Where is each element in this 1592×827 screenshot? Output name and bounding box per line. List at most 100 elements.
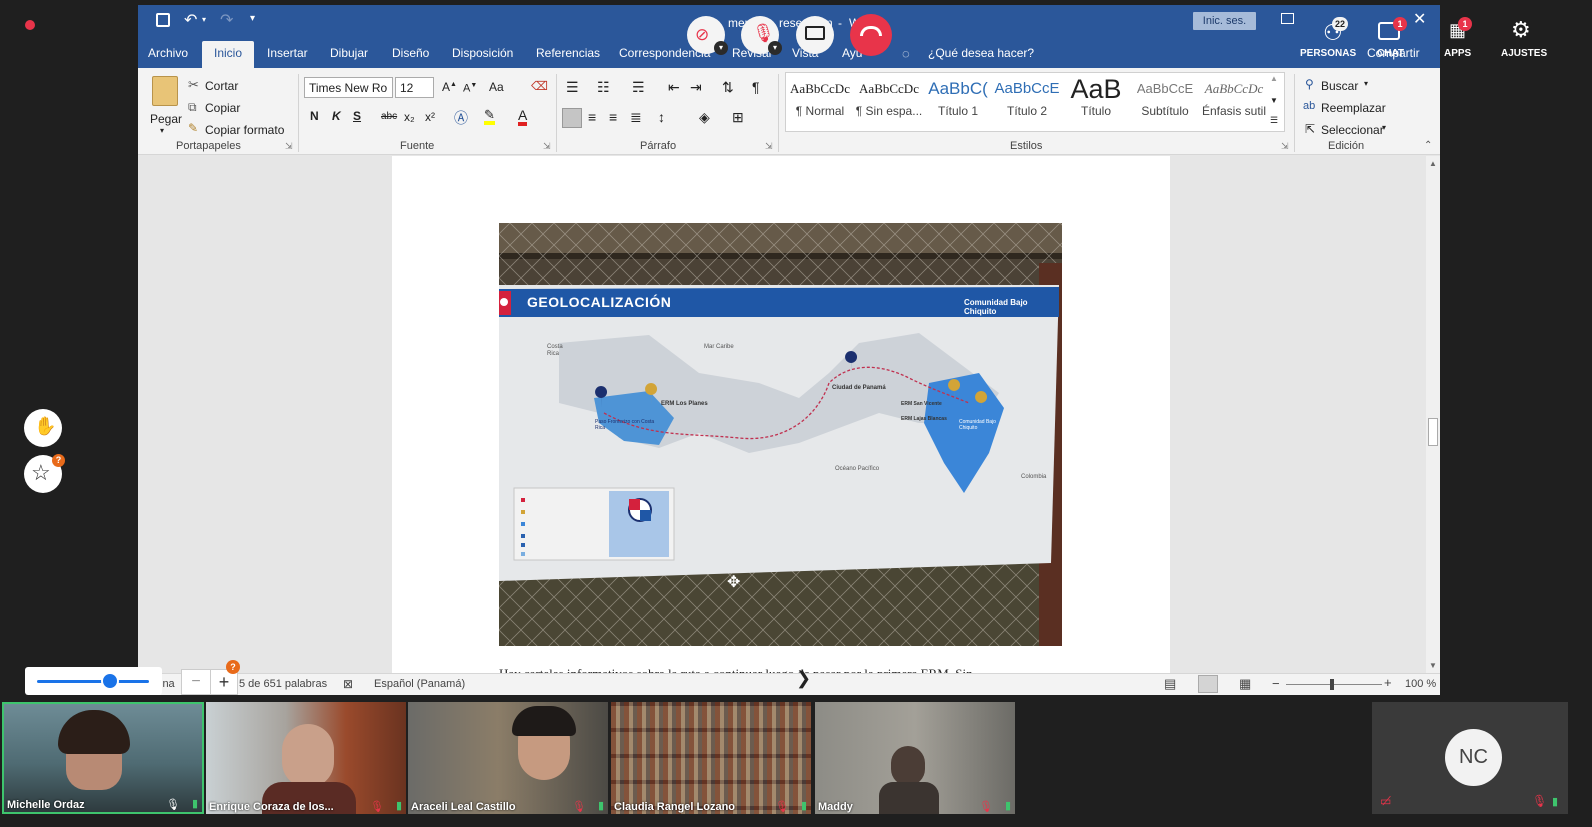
participant-tile[interactable]: Michelle Ordaz 🎙 ▮ (2, 702, 204, 814)
tab-disposicion[interactable]: Disposición (452, 46, 513, 60)
page-count[interactable]: ina (160, 678, 175, 690)
close-window-icon[interactable]: ✕ (1413, 9, 1426, 29)
format-painter-button[interactable]: Copiar formato (205, 123, 284, 137)
find-dropdown-icon[interactable]: ▾ (1364, 79, 1368, 88)
font-launcher-icon[interactable]: ⇲ (543, 141, 551, 152)
tab-insertar[interactable]: Insertar (267, 46, 308, 60)
camera-menu-icon[interactable]: ▾ (714, 41, 728, 55)
decrease-indent-icon[interactable]: ⇤ (668, 79, 680, 96)
font-size-combo[interactable]: 12 (395, 77, 434, 98)
copy-button[interactable]: Copiar (205, 101, 240, 115)
paste-dropdown-icon[interactable]: ▾ (160, 126, 164, 135)
print-layout-icon[interactable] (1198, 675, 1218, 693)
styles-launcher-icon[interactable]: ⇲ (1281, 141, 1289, 152)
gear-icon[interactable]: ⚙ (1511, 17, 1531, 43)
signin-button[interactable]: Inic. ses. (1193, 12, 1256, 30)
grow-font-icon[interactable]: A▲ (442, 80, 457, 94)
borders-icon[interactable]: ⊞ (732, 109, 744, 126)
tab-inicio[interactable]: Inicio (202, 41, 255, 68)
paragraph-launcher-icon[interactable]: ⇲ (765, 141, 773, 152)
view-zoom-thumb[interactable] (101, 672, 119, 690)
document-area[interactable]: GEOLOCALIZACIÓN Comunidad Bajo Chiquito … (138, 156, 1426, 681)
participant-tile[interactable]: Claudia Rangel Lozano 🎙 ▮ (611, 702, 811, 814)
bold-button[interactable]: N (310, 109, 319, 123)
style-normal[interactable]: AaBbCcDc ¶ Normal (786, 74, 854, 130)
superscript-button[interactable]: x² (425, 110, 435, 124)
align-center-icon[interactable]: ≡ (588, 109, 596, 125)
font-name-combo[interactable]: Times New Ro (304, 77, 393, 98)
style-subtle-emphasis[interactable]: AaBbCcDc Énfasis sutil (1200, 74, 1268, 130)
change-case-button[interactable]: Aa (489, 80, 504, 94)
show-marks-icon[interactable]: ¶ (752, 79, 760, 95)
chat-label[interactable]: CHAT (1377, 48, 1404, 59)
scroll-up-icon[interactable]: ▲ (1429, 159, 1437, 168)
find-button[interactable]: Buscar (1321, 79, 1358, 93)
style-subtitle[interactable]: AaBbCcE Subtítulo (1131, 74, 1199, 130)
style-heading-1[interactable]: AaBbC( Título 1 (924, 74, 992, 130)
collapse-ribbon-icon[interactable]: ⌃ (1424, 140, 1432, 151)
tab-diseno[interactable]: Diseño (392, 46, 429, 60)
shading-icon[interactable]: ◈ (699, 109, 710, 126)
underline-button[interactable]: S (353, 109, 361, 123)
strikethrough-button[interactable]: abc (381, 111, 397, 122)
select-dropdown-icon[interactable]: ▾ (1382, 123, 1386, 132)
style-heading-2[interactable]: AaBbCcE Título 2 (993, 74, 1061, 130)
undo-icon[interactable]: ↶ (184, 10, 197, 30)
scroll-down-icon[interactable]: ▼ (1429, 661, 1437, 670)
zoom-level[interactable]: 100 % (1405, 678, 1436, 690)
clipboard-icon[interactable] (152, 76, 178, 106)
clear-formatting-icon[interactable]: ⌫ (531, 79, 548, 93)
font-color-icon[interactable]: A (518, 108, 528, 126)
styles-scroll-down-icon[interactable]: ▼ (1270, 96, 1278, 105)
tell-me-search[interactable]: ¿Qué desea hacer? (928, 46, 1034, 60)
style-no-spacing[interactable]: AaBbCcDc ¶ Sin espa... (855, 74, 923, 130)
shrink-font-icon[interactable]: A▼ (463, 82, 477, 95)
style-title[interactable]: AaB Título (1062, 74, 1130, 130)
customize-qat-icon[interactable]: ▾ (250, 13, 255, 24)
cut-button[interactable]: Cortar (205, 79, 238, 93)
select-button[interactable]: Seleccionar (1321, 123, 1384, 137)
inserted-photo[interactable]: GEOLOCALIZACIÓN Comunidad Bajo Chiquito … (499, 223, 1062, 646)
tab-archivo[interactable]: Archivo (148, 46, 188, 60)
settings-label[interactable]: AJUSTES (1501, 48, 1547, 59)
align-left-icon[interactable] (562, 108, 582, 128)
scroll-thumb[interactable] (1428, 418, 1438, 446)
multilevel-list-icon[interactable]: ☴ (632, 79, 645, 96)
participant-tile[interactable]: Enrique Coraza de los... 🎙 ▮ (206, 702, 406, 814)
zoom-in-icon[interactable]: + (1384, 675, 1392, 690)
numbering-icon[interactable]: ☷ (597, 79, 610, 96)
increase-indent-icon[interactable]: ⇥ (690, 79, 702, 96)
language-status[interactable]: Español (Panamá) (374, 678, 465, 690)
document-page[interactable]: GEOLOCALIZACIÓN Comunidad Bajo Chiquito … (392, 156, 1170, 681)
justify-icon[interactable]: ≣ (630, 109, 642, 126)
tab-dibujar[interactable]: Dibujar (330, 46, 368, 60)
apps-label[interactable]: APPS (1444, 48, 1471, 59)
italic-button[interactable]: K (332, 109, 341, 123)
zoom-out-icon[interactable]: − (1272, 676, 1280, 691)
undo-dropdown-icon[interactable]: ▾ (202, 15, 206, 24)
participant-tile[interactable]: Maddy 🎙 ▮ (815, 702, 1015, 814)
web-layout-icon[interactable]: ▦ (1239, 676, 1251, 692)
styles-scroll-up-icon[interactable]: ▲ (1270, 74, 1278, 83)
bullets-icon[interactable]: ☰ (566, 79, 579, 96)
people-label[interactable]: PERSONAS (1300, 48, 1356, 59)
sort-icon[interactable]: ⇅ (722, 79, 734, 96)
tab-referencias[interactable]: Referencias (536, 46, 600, 60)
text-effects-icon[interactable]: Ⓐ (454, 108, 468, 128)
vertical-scrollbar[interactable]: ▲ ▼ (1426, 156, 1440, 673)
read-mode-icon[interactable]: ▤ (1164, 676, 1176, 692)
subscript-button[interactable]: x₂ (404, 110, 415, 124)
clipboard-launcher-icon[interactable]: ⇲ (285, 141, 293, 152)
highlight-icon[interactable]: ✎ (484, 108, 495, 125)
zoom-slider-track[interactable] (1286, 684, 1382, 685)
self-view-tile[interactable]: NC ▭̸ 🎙 ▮ (1372, 702, 1568, 814)
ribbon-display-icon[interactable] (1281, 13, 1294, 24)
word-count[interactable]: 5 de 651 palabras (239, 678, 327, 690)
line-spacing-icon[interactable]: ↕ (658, 109, 665, 125)
view-zoom-track[interactable] (37, 680, 149, 683)
next-slide-icon[interactable]: ❯ (796, 668, 811, 689)
save-icon[interactable] (156, 13, 170, 27)
replace-button[interactable]: Reemplazar (1321, 101, 1386, 115)
participant-tile[interactable]: Araceli Leal Castillo 🎙 ▮ (408, 702, 608, 814)
zoom-minus-button[interactable]: − (181, 669, 211, 695)
